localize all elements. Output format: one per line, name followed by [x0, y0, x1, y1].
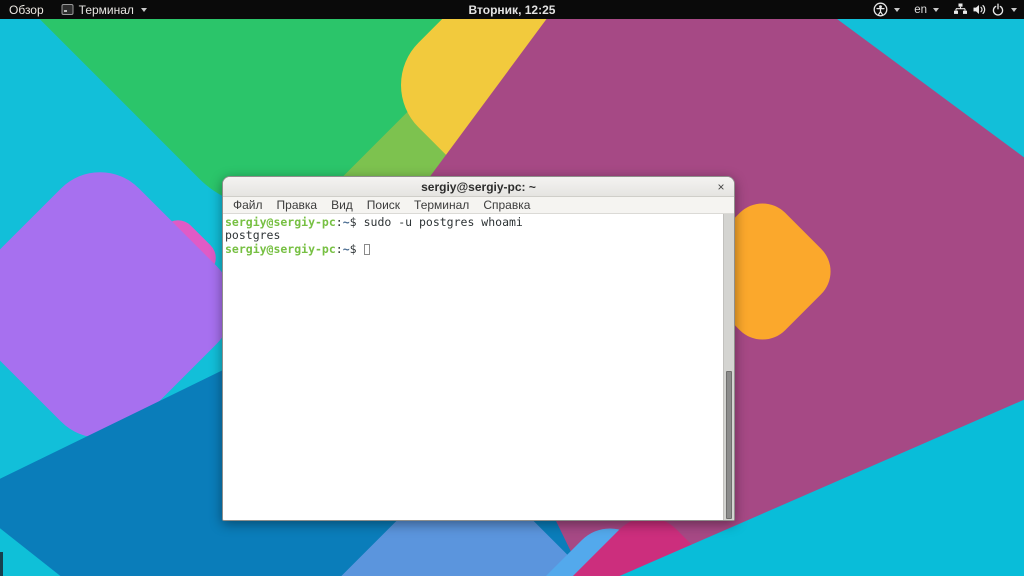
- chevron-down-icon: [141, 8, 147, 12]
- activities-label: Обзор: [9, 3, 44, 17]
- scrollbar-thumb[interactable]: [726, 371, 732, 519]
- terminal-line-command: sergiy@sergiy-pc:~$ sudo -u postgres whoa…: [225, 216, 720, 229]
- power-icon: [991, 3, 1005, 17]
- close-button[interactable]: ×: [712, 177, 730, 197]
- chevron-down-icon: [933, 8, 939, 12]
- network-icon: [953, 2, 968, 17]
- terminal-screen[interactable]: sergiy@sergiy-pc:~$ sudo -u postgres whoa…: [223, 214, 734, 520]
- top-bar-left: Обзор Терминал: [0, 0, 155, 19]
- keyboard-layout-label: en: [914, 4, 927, 16]
- prompt-path: ~: [343, 215, 350, 229]
- clock[interactable]: Вторник, 12:25: [469, 3, 556, 17]
- system-menu[interactable]: [946, 0, 1024, 19]
- app-menu-label: Терминал: [79, 3, 134, 17]
- menu-item-search[interactable]: Поиск: [360, 197, 407, 213]
- window-titlebar[interactable]: sergiy@sergiy-pc: ~ ×: [223, 177, 734, 197]
- menu-item-help[interactable]: Справка: [476, 197, 537, 213]
- top-bar-right: en: [866, 0, 1024, 19]
- prompt-dollar: $: [350, 215, 357, 229]
- chevron-down-icon: [1011, 8, 1017, 12]
- menu-item-view[interactable]: Вид: [324, 197, 360, 213]
- wallpaper-shape-dark-notch: [0, 552, 3, 576]
- menubar: Файл Правка Вид Поиск Терминал Справка: [223, 197, 734, 214]
- menu-item-edit[interactable]: Правка: [270, 197, 325, 213]
- accessibility-menu[interactable]: [866, 0, 907, 19]
- menu-item-terminal[interactable]: Терминал: [407, 197, 476, 213]
- prompt-dollar: $: [350, 242, 357, 256]
- app-menu[interactable]: Терминал: [53, 0, 155, 19]
- terminal-cursor: [364, 244, 370, 255]
- terminal-window: sergiy@sergiy-pc: ~ × Файл Правка Вид По…: [222, 176, 735, 521]
- keyboard-layout-menu[interactable]: en: [907, 0, 946, 19]
- accessibility-icon: [873, 2, 888, 17]
- volume-icon: [972, 2, 987, 17]
- top-bar: Обзор Терминал Вторник, 12:25: [0, 0, 1024, 19]
- prompt-user: sergiy@sergiy-pc: [225, 242, 336, 256]
- menu-item-file[interactable]: Файл: [226, 197, 270, 213]
- terminal-app-icon: [61, 3, 74, 16]
- terminal-line-output: postgres: [225, 229, 720, 242]
- prompt-colon: :: [336, 242, 343, 256]
- scrollbar[interactable]: [723, 214, 734, 520]
- chevron-down-icon: [894, 8, 900, 12]
- activities-button[interactable]: Обзор: [0, 0, 53, 19]
- prompt-user: sergiy@sergiy-pc: [225, 215, 336, 229]
- prompt-colon: :: [336, 215, 343, 229]
- command-text: sudo -u postgres whoami: [364, 215, 523, 229]
- window-title: sergiy@sergiy-pc: ~: [421, 180, 536, 194]
- terminal-line-prompt: sergiy@sergiy-pc:~$: [225, 243, 720, 256]
- output-text: postgres: [225, 228, 280, 242]
- prompt-path: ~: [343, 242, 350, 256]
